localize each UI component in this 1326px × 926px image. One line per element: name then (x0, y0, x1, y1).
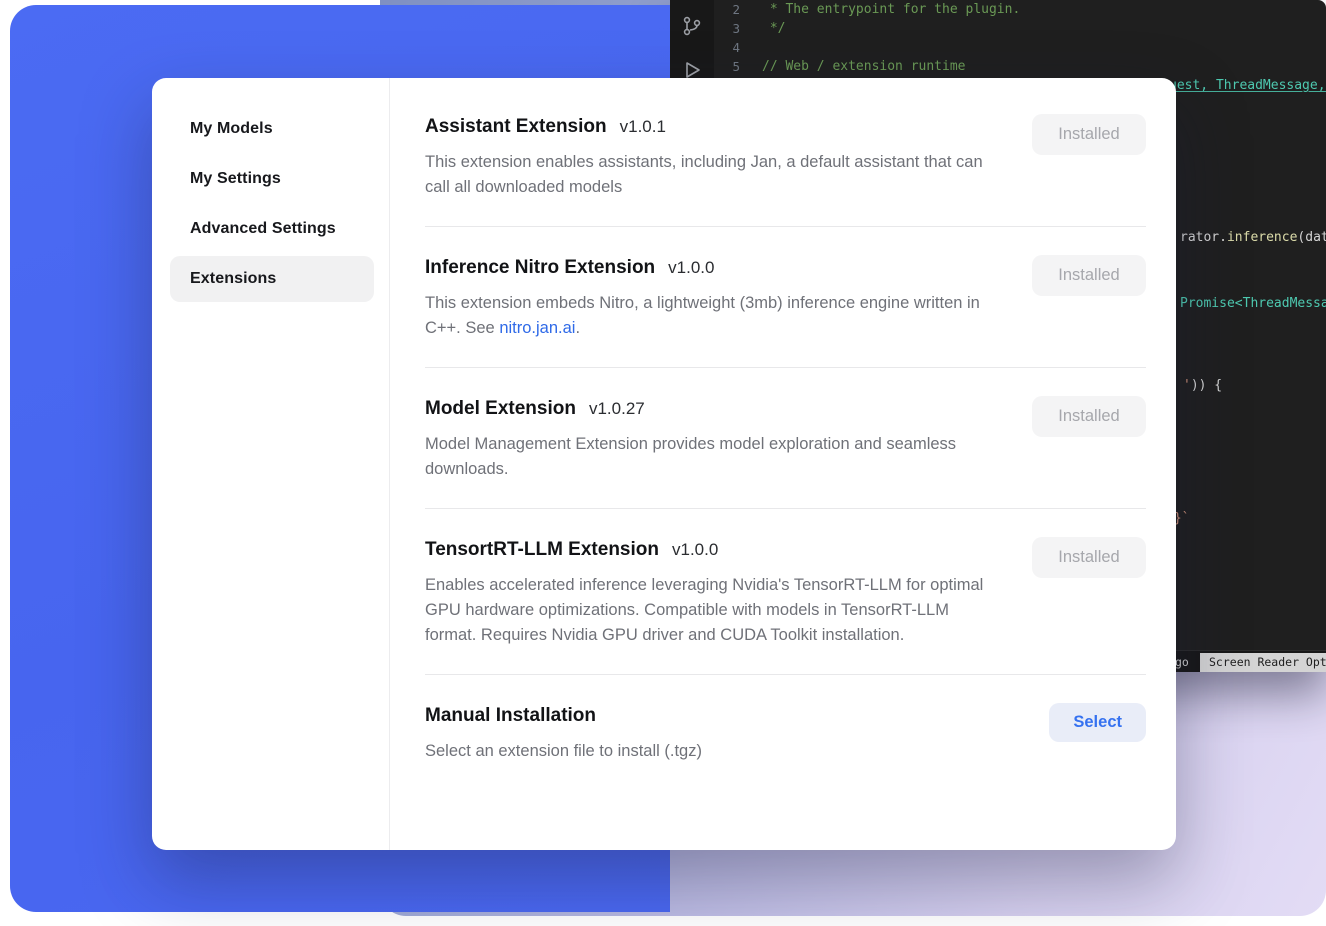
extension-version: v1.0.1 (620, 112, 666, 142)
extension-row-model: Model Extension v1.0.27 Model Management… (425, 368, 1146, 509)
code-fragment: Promise<ThreadMessage>: (1180, 296, 1326, 311)
manual-installation-row: Manual Installation Select an extension … (425, 675, 1146, 790)
sidebar-item-advanced-settings[interactable]: Advanced Settings (170, 206, 374, 252)
installed-button[interactable]: Installed (1032, 537, 1146, 578)
extensions-panel: Assistant Extension v1.0.1 This extensio… (390, 78, 1176, 850)
manual-installation-description: Select an extension file to install (.tg… (425, 739, 702, 764)
select-file-button[interactable]: Select (1049, 703, 1146, 742)
screen-reader-chip[interactable]: Screen Reader Optimiz (1200, 653, 1326, 672)
sidebar-item-label: Extensions (190, 270, 276, 288)
extension-description: This extension embeds Nitro, a lightweig… (425, 291, 1003, 341)
code-comment: */ (762, 21, 785, 36)
nitro-jan-ai-link[interactable]: nitro.jan.ai (499, 319, 575, 337)
sidebar-item-label: Advanced Settings (190, 220, 336, 238)
extension-version: v1.0.27 (589, 394, 645, 424)
installed-button[interactable]: Installed (1032, 396, 1146, 437)
extension-version: v1.0.0 (672, 535, 718, 565)
line-number: 2 (714, 2, 762, 17)
extension-name: Model Extension (425, 394, 576, 424)
extension-description: This extension enables assistants, inclu… (425, 150, 1003, 200)
sidebar-item-my-models[interactable]: My Models (170, 106, 374, 152)
extension-description: Enables accelerated inference leveraging… (425, 573, 1003, 648)
sidebar-item-extensions[interactable]: Extensions (170, 256, 374, 302)
extension-row-tensorrt-llm: TensortRT-LLM Extension v1.0.0 Enables a… (425, 509, 1146, 675)
manual-installation-title: Manual Installation (425, 701, 596, 731)
settings-sidebar: My Models My Settings Advanced Settings … (152, 78, 390, 850)
sidebar-item-my-settings[interactable]: My Settings (170, 156, 374, 202)
extension-row-assistant: Assistant Extension v1.0.1 This extensio… (425, 86, 1146, 227)
extension-name: Assistant Extension (425, 112, 607, 142)
settings-modal: My Models My Settings Advanced Settings … (152, 78, 1176, 850)
line-number: 3 (714, 21, 762, 36)
sidebar-item-label: My Settings (190, 170, 281, 188)
extension-version: v1.0.0 (668, 253, 714, 283)
code-fragment: rator.inference(data)); (1180, 230, 1326, 245)
extension-description: Model Management Extension provides mode… (425, 432, 1003, 482)
code-line: 5// Web / extension runtime (714, 57, 1326, 76)
code-line: 4 (714, 38, 1326, 57)
extension-name: TensortRT-LLM Extension (425, 535, 659, 565)
code-comment: * The entrypoint for the plugin. (762, 2, 1020, 17)
extension-name: Inference Nitro Extension (425, 253, 655, 283)
code-fragment: ')) { (1183, 378, 1222, 393)
status-text: go (1175, 655, 1189, 669)
code-comment: // Web / extension runtime (762, 59, 966, 74)
extension-row-inference-nitro: Inference Nitro Extension v1.0.0 This ex… (425, 227, 1146, 368)
code-line: 3 */ (714, 19, 1326, 38)
line-number: 5 (714, 59, 762, 74)
installed-button[interactable]: Installed (1032, 114, 1146, 155)
line-number: 4 (714, 40, 762, 55)
desktop: 2 * The entrypoint for the plugin. 3 */ … (0, 0, 1326, 926)
source-control-icon[interactable] (680, 14, 704, 38)
code-line: 2 * The entrypoint for the plugin. (714, 0, 1326, 19)
sidebar-item-label: My Models (190, 120, 273, 138)
installed-button[interactable]: Installed (1032, 255, 1146, 296)
